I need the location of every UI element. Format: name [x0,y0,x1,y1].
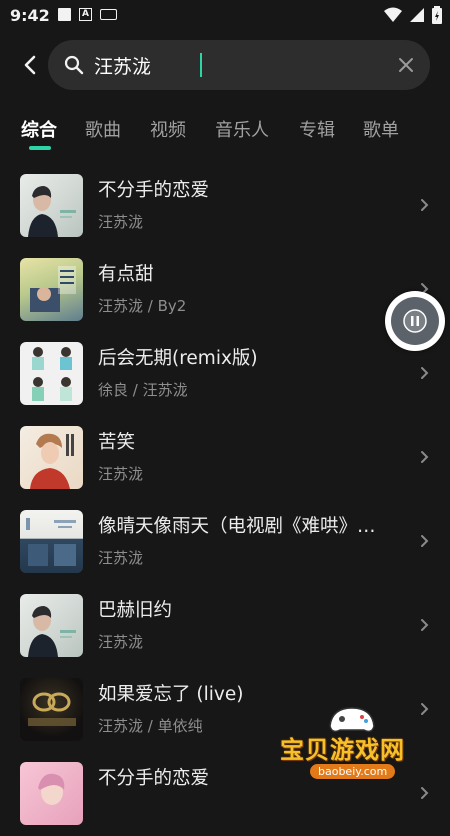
song-title: 不分手的恋爱 [98,180,210,201]
song-cover [20,174,83,237]
chevron-right-icon [421,619,429,631]
a-app-icon: A [79,8,92,21]
tab-videos[interactable]: 视频 [150,116,186,142]
site-watermark: 宝贝游戏网 baobeiy.com [272,702,432,792]
clear-icon[interactable] [396,55,416,75]
tab-songs[interactable]: 歌曲 [85,116,121,142]
song-artist: 汪苏泷 / By2 [98,297,187,315]
song-artist: 汪苏泷 [98,633,144,651]
song-cover [20,342,83,405]
song-title: 后会无期(remix版) [98,348,258,369]
cover-art [28,606,76,657]
battery-icon [432,6,442,24]
song-row[interactable]: 后会无期(remix版) 徐良 / 汪苏泷 [0,332,450,416]
song-artist: 汪苏泷 [98,213,144,231]
wifi-icon [384,7,402,22]
song-row[interactable]: 不分手的恋爱 汪苏泷 [0,164,450,248]
chevron-left-icon [24,55,36,75]
status-time: 9:42 [10,6,50,25]
back-button[interactable] [16,50,44,80]
song-artist: 汪苏泷 [98,465,144,483]
song-title: 像晴天像雨天（电视剧《难哄》… [98,516,376,537]
song-row[interactable]: 巴赫旧约 汪苏泷 [0,584,450,668]
cover-art [32,347,72,401]
cover-art [30,266,76,312]
result-tabs: 综合 歌曲 视频 音乐人 专辑 歌单 [0,108,450,154]
keyboard-icon [100,9,117,20]
song-row[interactable]: 像晴天像雨天（电视剧《难哄》… 汪苏泷 [0,500,450,584]
status-bar: 9:42 A [0,0,450,32]
text-cursor [200,53,202,77]
tab-artists[interactable]: 音乐人 [215,116,269,142]
cover-art [28,692,76,726]
search-header [0,40,450,90]
chevron-right-icon [421,451,429,463]
song-row[interactable]: 苦笑 汪苏泷 [0,416,450,500]
watermark-url: baobeiy.com [310,764,396,779]
song-artist: 汪苏泷 [98,549,144,567]
song-title: 有点甜 [98,264,154,285]
chevron-right-icon [421,367,429,379]
search-input[interactable] [94,50,384,80]
cover-art [26,518,76,566]
song-row[interactable]: 有点甜 汪苏泷 / By2 [0,248,450,332]
cover-art [30,433,74,489]
tab-all[interactable]: 综合 [21,116,57,142]
song-artist: 徐良 / 汪苏泷 [98,381,188,399]
pause-icon[interactable] [403,309,427,333]
song-cover [20,762,83,825]
song-cover [20,258,83,321]
watermark-text: 宝贝游戏网 [280,736,405,764]
mini-player[interactable] [385,291,445,351]
song-title: 巴赫旧约 [98,600,173,621]
song-cover [20,594,83,657]
song-title: 苦笑 [98,432,136,453]
notification-square-icon [58,8,71,21]
song-cover [20,510,83,573]
song-cover [20,426,83,489]
tab-albums[interactable]: 专辑 [299,116,335,142]
cover-art [38,773,65,805]
tab-indicator [29,146,51,150]
search-icon [64,55,84,75]
tab-playlists[interactable]: 歌单 [363,116,399,142]
notification-icons: A [58,8,117,21]
chevron-right-icon [421,199,429,211]
cover-art [28,186,76,237]
chevron-right-icon [421,535,429,547]
system-icons [384,6,442,24]
song-artist: 汪苏泷 / 单依纯 [98,717,203,735]
song-cover [20,678,83,741]
search-box[interactable] [48,40,430,90]
signal-icon [410,8,424,22]
